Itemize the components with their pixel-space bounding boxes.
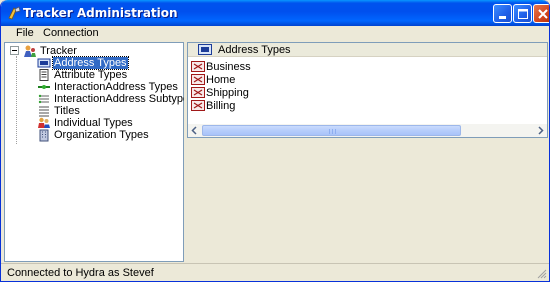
list-item-label: Billing (206, 100, 236, 112)
resize-grip-icon[interactable] (536, 268, 547, 279)
building-icon (39, 129, 49, 142)
tracker-icon (24, 45, 36, 57)
close-button[interactable] (533, 4, 549, 23)
minimize-icon (499, 16, 506, 19)
close-icon (538, 9, 548, 19)
maximize-button[interactable] (513, 4, 532, 23)
maximize-icon (518, 9, 528, 19)
scroll-left-button[interactable] (188, 124, 201, 137)
status-text: Connected to Hydra as Stevef (7, 267, 154, 279)
scrollbar-grip (329, 129, 336, 134)
navigation-tree[interactable]: Tracker Address Types Attribute Types In… (4, 42, 195, 262)
menu-bar: File Connection (4, 26, 546, 42)
chevron-left-icon (191, 126, 197, 135)
tree-item-label: Titles (54, 105, 80, 117)
tree-connector-line (16, 56, 17, 144)
list-item-label: Business (206, 61, 251, 73)
tree-item-label: Address Types (52, 56, 129, 70)
scrollbar-thumb[interactable] (202, 125, 461, 136)
address-card-icon (191, 74, 205, 85)
title-bar[interactable]: Tracker Administration (1, 0, 549, 26)
tracker-app-icon (8, 6, 21, 20)
address-types-list[interactable]: Address Types Business Home Shipping Bil… (187, 42, 548, 138)
app-window: Tracker Administration File Connection T… (0, 0, 550, 282)
address-card-icon (191, 87, 205, 98)
list-item-label: Home (206, 74, 236, 86)
minimize-button[interactable] (493, 4, 512, 23)
tree-item-label: InteractionAddress Types (54, 81, 178, 93)
menu-file[interactable]: File (12, 27, 38, 39)
address-card-icon (191, 61, 205, 72)
status-bar: Connected to Hydra as Stevef (1, 263, 549, 281)
detail-pane (187, 140, 548, 262)
tree-collapse-toggle[interactable] (10, 46, 19, 55)
tree-item-label: Attribute Types (54, 69, 128, 81)
tree-item-label: Individual Types (54, 117, 133, 129)
window-title: Tracker Administration (23, 6, 178, 20)
list-column-header[interactable]: Address Types (188, 43, 547, 57)
tree-item-label: Organization Types (54, 129, 149, 141)
address-card-icon (198, 44, 212, 55)
chevron-right-icon (538, 126, 544, 135)
address-card-icon (191, 100, 205, 111)
tree-item-label: InteractionAddress Subtypes (54, 93, 195, 105)
horizontal-scrollbar[interactable] (188, 124, 547, 137)
list-header-label: Address Types (218, 44, 291, 56)
list-item-label: Shipping (206, 87, 249, 99)
scroll-right-button[interactable] (534, 124, 547, 137)
menu-connection[interactable]: Connection (39, 27, 103, 39)
